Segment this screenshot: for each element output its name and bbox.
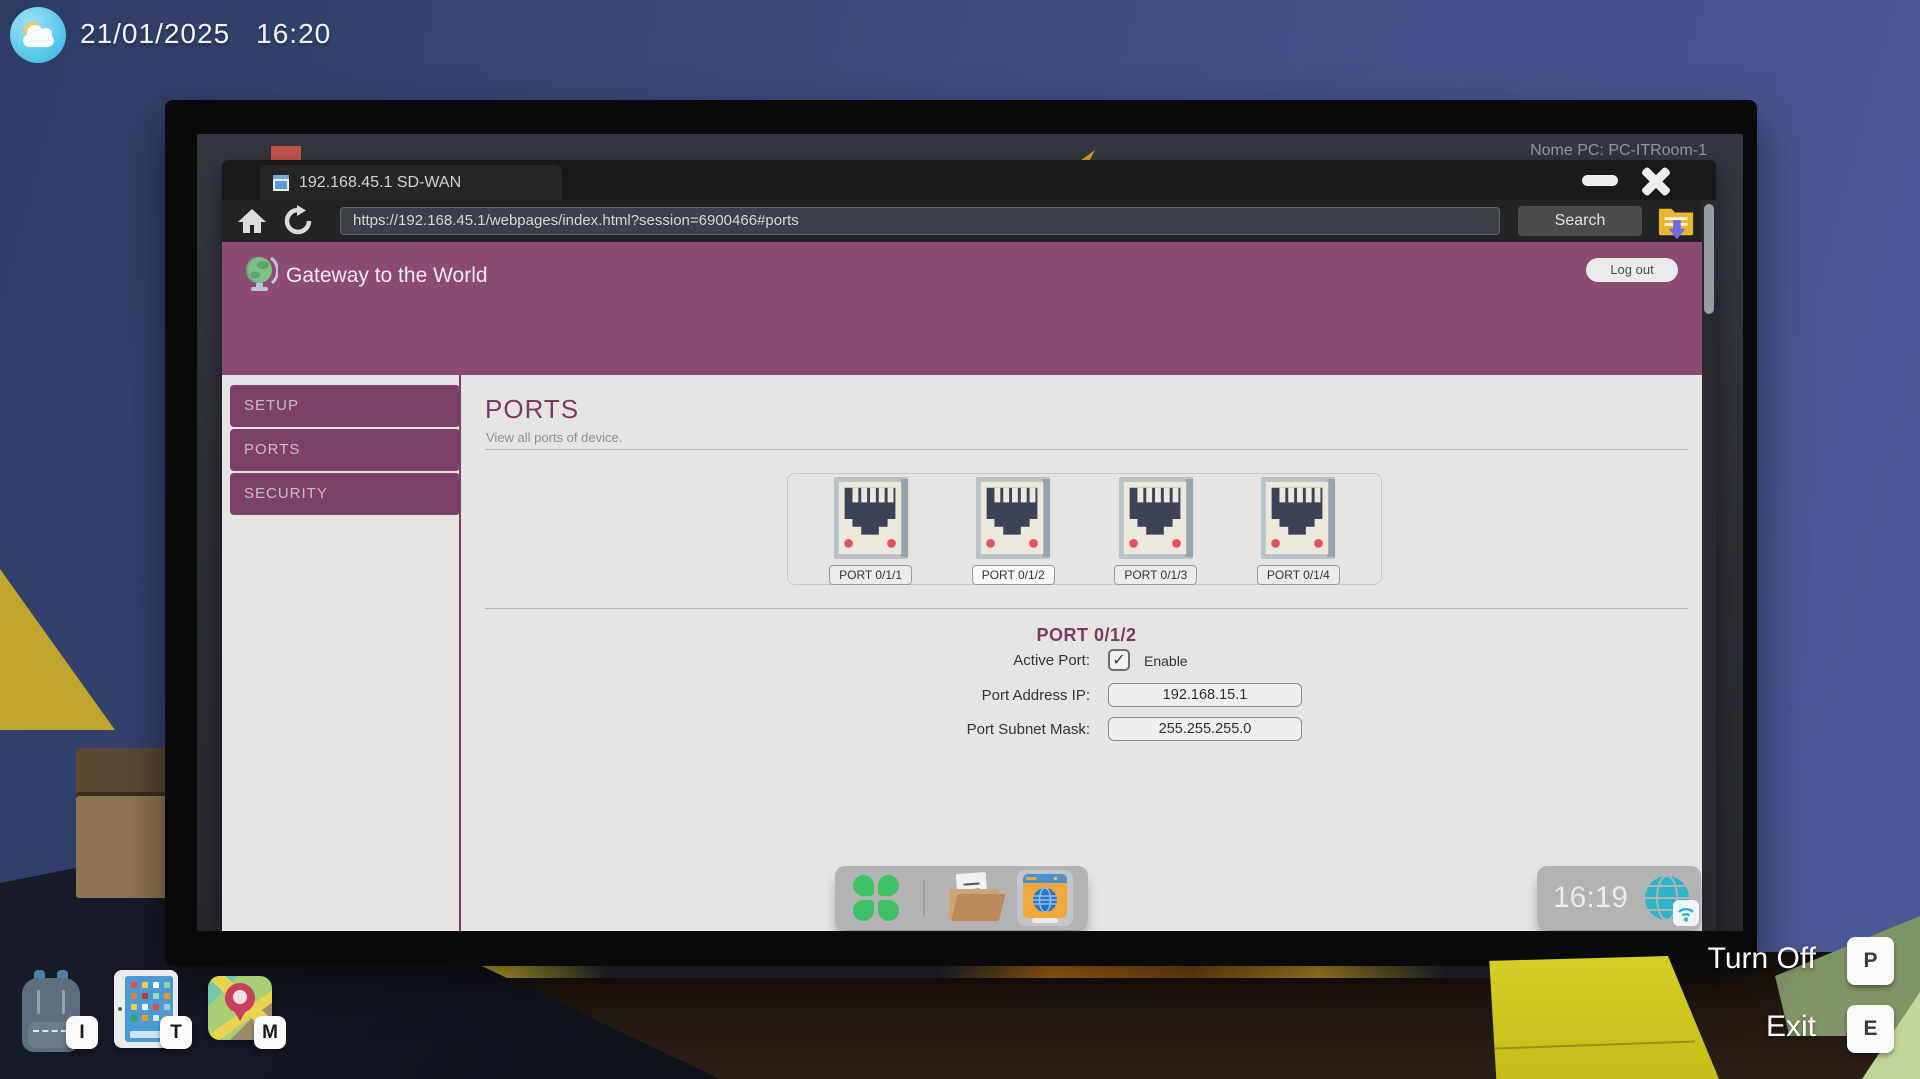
hud-datetime: 21/01/2025 16:20: [80, 18, 331, 50]
port-label[interactable]: PORT 0/1/2: [972, 565, 1055, 585]
scrollbar[interactable]: [1702, 200, 1716, 931]
browser-tab[interactable]: 192.168.45.1 SD-WAN: [260, 165, 562, 200]
taskbar-clock: 16:19: [1537, 866, 1701, 930]
enable-label: Enable: [1144, 650, 1188, 672]
port-detail-title: PORT 0/1/2: [485, 625, 1688, 646]
pc-name-label: Nome PC: PC-ITRoom-1: [1530, 142, 1707, 160]
active-app-indicator: [1032, 918, 1058, 923]
logout-button[interactable]: Log out: [1586, 258, 1678, 282]
page-title: Gateway to the World: [286, 264, 488, 288]
check-icon: ✓: [1110, 651, 1128, 670]
port-item[interactable]: PORT 0/1/2: [953, 477, 1073, 584]
page-header: Gateway to the World Log out: [222, 242, 1702, 375]
mask-label: Port Subnet Mask:: [485, 719, 1090, 741]
ethernet-port-icon: [833, 477, 909, 559]
hud-date: 21/01/2025: [80, 18, 230, 49]
file-explorer-icon[interactable]: [947, 873, 1001, 923]
tab-favicon-icon: [272, 173, 290, 193]
wallpaper-flag: [271, 146, 301, 161]
divider: [485, 449, 1688, 450]
downloads-folder-icon[interactable]: [1656, 203, 1696, 241]
exit-key-badge[interactable]: E: [1847, 1005, 1894, 1053]
weather-icon: [10, 7, 66, 63]
port-item[interactable]: PORT 0/1/1: [811, 477, 931, 584]
inventory-key-badge: I: [66, 1016, 98, 1049]
mask-field[interactable]: 255.255.255.0: [1108, 717, 1302, 741]
ip-label: Port Address IP:: [485, 685, 1090, 707]
game-scene: Nome PC: PC-ITRoom-1 192.168.45.1 SD-WAN: [0, 0, 1920, 1079]
browser-navbar: https://192.168.45.1/webpages/index.html…: [222, 200, 1716, 242]
ethernet-port-icon: [975, 477, 1051, 559]
hud-time: 16:20: [256, 18, 331, 49]
port-item[interactable]: PORT 0/1/4: [1238, 477, 1358, 584]
map-key-badge: M: [254, 1016, 286, 1049]
browser-app-active[interactable]: [1017, 870, 1073, 926]
url-input[interactable]: https://192.168.45.1/webpages/index.html…: [340, 207, 1500, 235]
wallpaper-shape: [0, 555, 115, 730]
active-port-checkbox[interactable]: ✓: [1108, 649, 1130, 671]
home-icon[interactable]: [236, 205, 268, 237]
clock-label: 16:19: [1553, 866, 1628, 930]
refresh-icon[interactable]: [282, 205, 314, 237]
taskbar-divider: [923, 880, 925, 916]
ethernet-port-icon: [1118, 477, 1194, 559]
port-label[interactable]: PORT 0/1/4: [1257, 565, 1340, 585]
section-subtitle: View all ports of device.: [486, 430, 622, 445]
router-webpage: Gateway to the World Log out SETUP PORTS…: [222, 242, 1702, 931]
port-label[interactable]: PORT 0/1/1: [829, 565, 912, 585]
sidebar-item-ports[interactable]: PORTS: [230, 429, 460, 471]
browser-app-icon: [1023, 874, 1067, 918]
taskbar: [835, 866, 1088, 930]
exit-label: Exit: [1476, 1010, 1816, 1044]
close-icon[interactable]: [1638, 166, 1674, 196]
tab-title: 192.168.45.1 SD-WAN: [299, 174, 461, 192]
browser-window: 192.168.45.1 SD-WAN https://192.168.45.1…: [222, 160, 1716, 931]
minimize-icon[interactable]: [1582, 175, 1618, 186]
virtual-desktop: Nome PC: PC-ITRoom-1 192.168.45.1 SD-WAN: [197, 134, 1743, 931]
ip-field[interactable]: 192.168.15.1: [1108, 683, 1302, 707]
ports-list: PORT 0/1/1 PORT 0/1/2: [787, 473, 1382, 585]
scrollbar-thumb[interactable]: [1704, 204, 1714, 314]
ethernet-port-icon: [1260, 477, 1336, 559]
active-port-label: Active Port:: [485, 650, 1090, 672]
port-label[interactable]: PORT 0/1/3: [1114, 565, 1197, 585]
globe-icon: [242, 254, 278, 294]
turn-off-label: Turn Off: [1476, 942, 1816, 976]
sidebar-item-security[interactable]: SECURITY: [230, 473, 460, 515]
start-menu-icon[interactable]: [853, 875, 899, 921]
section-title: PORTS: [485, 394, 579, 425]
monitor: Nome PC: PC-ITRoom-1 192.168.45.1 SD-WAN: [165, 100, 1757, 966]
tablet-key-badge: T: [160, 1016, 192, 1049]
turn-off-key-badge[interactable]: P: [1847, 937, 1894, 985]
sidebar-item-setup[interactable]: SETUP: [230, 385, 460, 427]
browser-titlebar: 192.168.45.1 SD-WAN: [222, 160, 1716, 200]
sidebar: SETUP PORTS SECURITY: [230, 385, 460, 517]
port-item[interactable]: PORT 0/1/3: [1096, 477, 1216, 584]
wifi-icon: [1673, 900, 1699, 926]
search-button[interactable]: Search: [1518, 206, 1642, 236]
divider: [485, 608, 1688, 609]
